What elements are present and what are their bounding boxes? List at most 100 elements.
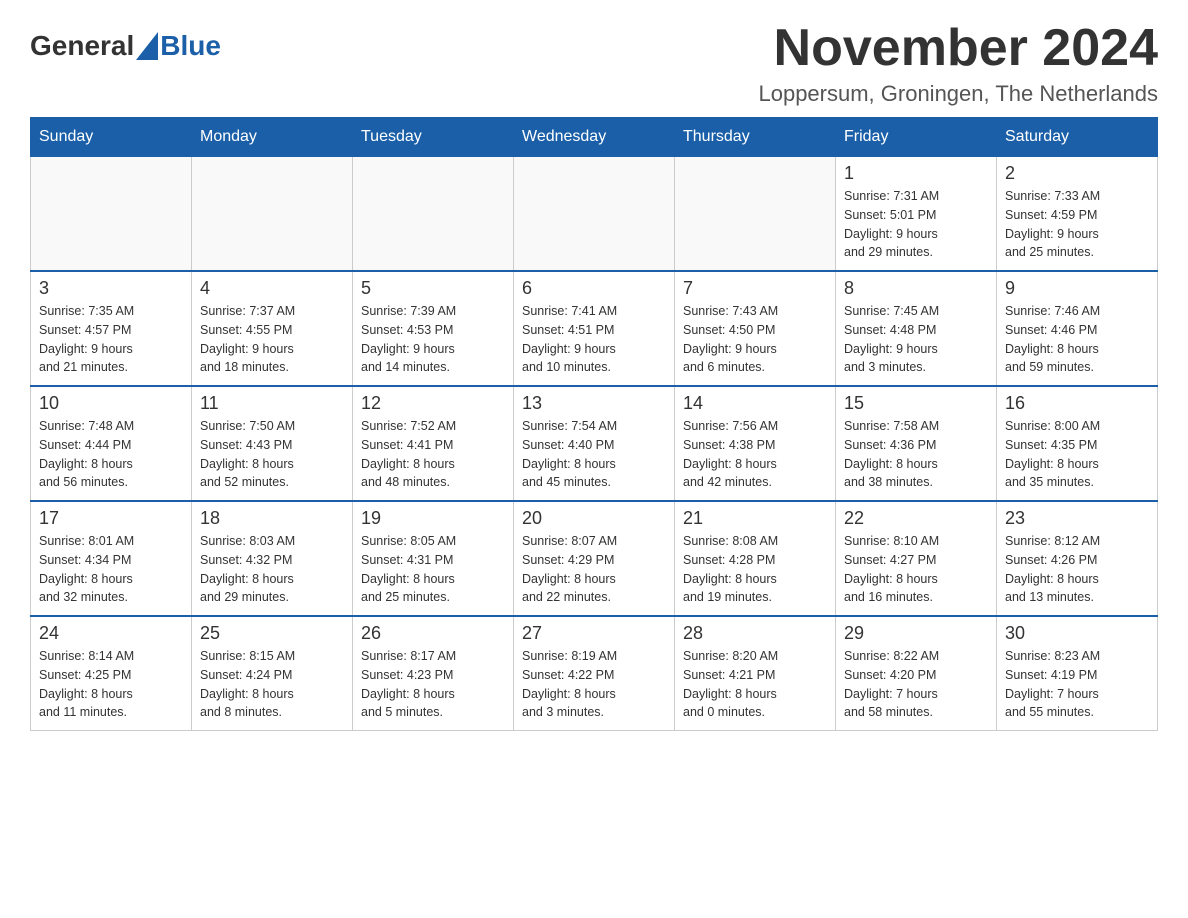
day-info: Sunrise: 8:23 AMSunset: 4:19 PMDaylight:… [1005, 647, 1149, 722]
weekday-header-friday: Friday [836, 118, 997, 157]
day-info: Sunrise: 7:52 AMSunset: 4:41 PMDaylight:… [361, 417, 505, 492]
calendar-cell-w3-d2: 19 Sunrise: 8:05 AMSunset: 4:31 PMDayligh… [353, 501, 514, 616]
weekday-header-wednesday: Wednesday [514, 118, 675, 157]
day-info: Sunrise: 8:03 AMSunset: 4:32 PMDaylight:… [200, 532, 344, 607]
location-subtitle: Loppersum, Groningen, The Netherlands [758, 81, 1158, 107]
calendar-cell-w2-d5: 15 Sunrise: 7:58 AMSunset: 4:36 PMDayligh… [836, 386, 997, 501]
day-number: 17 [39, 508, 183, 529]
calendar-week-3: 17 Sunrise: 8:01 AMSunset: 4:34 PMDayligh… [31, 501, 1158, 616]
day-number: 12 [361, 393, 505, 414]
calendar-cell-w1-d1: 4 Sunrise: 7:37 AMSunset: 4:55 PMDaylight… [192, 271, 353, 386]
day-number: 16 [1005, 393, 1149, 414]
day-number: 30 [1005, 623, 1149, 644]
day-number: 29 [844, 623, 988, 644]
calendar-week-2: 10 Sunrise: 7:48 AMSunset: 4:44 PMDayligh… [31, 386, 1158, 501]
day-number: 11 [200, 393, 344, 414]
day-number: 25 [200, 623, 344, 644]
day-number: 20 [522, 508, 666, 529]
logo: General Blue [30, 30, 221, 62]
day-info: Sunrise: 7:50 AMSunset: 4:43 PMDaylight:… [200, 417, 344, 492]
day-info: Sunrise: 8:07 AMSunset: 4:29 PMDaylight:… [522, 532, 666, 607]
day-info: Sunrise: 7:37 AMSunset: 4:55 PMDaylight:… [200, 302, 344, 377]
day-info: Sunrise: 8:22 AMSunset: 4:20 PMDaylight:… [844, 647, 988, 722]
calendar-cell-w0-d4 [675, 157, 836, 272]
day-info: Sunrise: 8:01 AMSunset: 4:34 PMDaylight:… [39, 532, 183, 607]
calendar-cell-w3-d1: 18 Sunrise: 8:03 AMSunset: 4:32 PMDayligh… [192, 501, 353, 616]
weekday-header-monday: Monday [192, 118, 353, 157]
day-info: Sunrise: 7:39 AMSunset: 4:53 PMDaylight:… [361, 302, 505, 377]
calendar-cell-w1-d5: 8 Sunrise: 7:45 AMSunset: 4:48 PMDaylight… [836, 271, 997, 386]
calendar-cell-w0-d5: 1 Sunrise: 7:31 AMSunset: 5:01 PMDaylight… [836, 157, 997, 272]
day-info: Sunrise: 7:31 AMSunset: 5:01 PMDaylight:… [844, 187, 988, 262]
calendar-week-4: 24 Sunrise: 8:14 AMSunset: 4:25 PMDayligh… [31, 616, 1158, 731]
calendar-week-0: 1 Sunrise: 7:31 AMSunset: 5:01 PMDaylight… [31, 157, 1158, 272]
day-info: Sunrise: 8:17 AMSunset: 4:23 PMDaylight:… [361, 647, 505, 722]
calendar-cell-w3-d6: 23Sunrise: 8:12 AMSunset: 4:26 PMDayligh… [997, 501, 1158, 616]
day-info: Sunrise: 7:58 AMSunset: 4:36 PMDaylight:… [844, 417, 988, 492]
calendar-cell-w0-d0 [31, 157, 192, 272]
day-number: 13 [522, 393, 666, 414]
calendar-cell-w2-d0: 10 Sunrise: 7:48 AMSunset: 4:44 PMDayligh… [31, 386, 192, 501]
day-info: Sunrise: 8:10 AMSunset: 4:27 PMDaylight:… [844, 532, 988, 607]
day-number: 23 [1005, 508, 1149, 529]
logo-triangle-icon [136, 32, 158, 60]
calendar-cell-w3-d5: 22 Sunrise: 8:10 AMSunset: 4:27 PMDayligh… [836, 501, 997, 616]
day-info: Sunrise: 8:08 AMSunset: 4:28 PMDaylight:… [683, 532, 827, 607]
calendar-cell-w3-d3: 20 Sunrise: 8:07 AMSunset: 4:29 PMDayligh… [514, 501, 675, 616]
day-number: 24 [39, 623, 183, 644]
day-info: Sunrise: 7:35 AMSunset: 4:57 PMDaylight:… [39, 302, 183, 377]
calendar-cell-w3-d0: 17 Sunrise: 8:01 AMSunset: 4:34 PMDayligh… [31, 501, 192, 616]
calendar-cell-w4-d1: 25Sunrise: 8:15 AMSunset: 4:24 PMDayligh… [192, 616, 353, 731]
calendar-cell-w2-d1: 11 Sunrise: 7:50 AMSunset: 4:43 PMDayligh… [192, 386, 353, 501]
calendar-week-1: 3 Sunrise: 7:35 AMSunset: 4:57 PMDaylight… [31, 271, 1158, 386]
calendar-cell-w4-d6: 30 Sunrise: 8:23 AMSunset: 4:19 PMDayligh… [997, 616, 1158, 731]
calendar-body: 1 Sunrise: 7:31 AMSunset: 5:01 PMDaylight… [31, 157, 1158, 731]
day-number: 18 [200, 508, 344, 529]
day-number: 5 [361, 278, 505, 299]
day-number: 15 [844, 393, 988, 414]
calendar-header: SundayMondayTuesdayWednesdayThursdayFrid… [31, 118, 1158, 157]
day-number: 8 [844, 278, 988, 299]
weekday-header-tuesday: Tuesday [353, 118, 514, 157]
calendar-cell-w0-d1 [192, 157, 353, 272]
logo-blue-text: Blue [160, 30, 221, 62]
day-number: 9 [1005, 278, 1149, 299]
calendar-cell-w4-d0: 24 Sunrise: 8:14 AMSunset: 4:25 PMDayligh… [31, 616, 192, 731]
day-number: 10 [39, 393, 183, 414]
calendar-cell-w4-d3: 27Sunrise: 8:19 AMSunset: 4:22 PMDayligh… [514, 616, 675, 731]
day-number: 2 [1005, 163, 1149, 184]
calendar-cell-w3-d4: 21Sunrise: 8:08 AMSunset: 4:28 PMDayligh… [675, 501, 836, 616]
calendar-cell-w0-d6: 2Sunrise: 7:33 AMSunset: 4:59 PMDaylight… [997, 157, 1158, 272]
day-info: Sunrise: 7:56 AMSunset: 4:38 PMDaylight:… [683, 417, 827, 492]
day-info: Sunrise: 7:46 AMSunset: 4:46 PMDaylight:… [1005, 302, 1149, 377]
logo-general-text: General [30, 30, 134, 62]
day-info: Sunrise: 8:05 AMSunset: 4:31 PMDaylight:… [361, 532, 505, 607]
calendar-cell-w4-d4: 28Sunrise: 8:20 AMSunset: 4:21 PMDayligh… [675, 616, 836, 731]
logo-area: General Blue [30, 20, 221, 62]
weekday-header-row: SundayMondayTuesdayWednesdayThursdayFrid… [31, 118, 1158, 157]
calendar-cell-w2-d6: 16Sunrise: 8:00 AMSunset: 4:35 PMDayligh… [997, 386, 1158, 501]
calendar-cell-w4-d5: 29 Sunrise: 8:22 AMSunset: 4:20 PMDayligh… [836, 616, 997, 731]
calendar-cell-w2-d3: 13 Sunrise: 7:54 AMSunset: 4:40 PMDayligh… [514, 386, 675, 501]
title-area: November 2024 Loppersum, Groningen, The … [758, 20, 1158, 107]
calendar-table: SundayMondayTuesdayWednesdayThursdayFrid… [30, 117, 1158, 731]
day-info: Sunrise: 7:41 AMSunset: 4:51 PMDaylight:… [522, 302, 666, 377]
day-number: 22 [844, 508, 988, 529]
calendar-cell-w1-d4: 7Sunrise: 7:43 AMSunset: 4:50 PMDaylight… [675, 271, 836, 386]
day-number: 19 [361, 508, 505, 529]
day-number: 1 [844, 163, 988, 184]
day-info: Sunrise: 7:43 AMSunset: 4:50 PMDaylight:… [683, 302, 827, 377]
day-info: Sunrise: 7:48 AMSunset: 4:44 PMDaylight:… [39, 417, 183, 492]
day-info: Sunrise: 7:54 AMSunset: 4:40 PMDaylight:… [522, 417, 666, 492]
calendar-cell-w2-d4: 14Sunrise: 7:56 AMSunset: 4:38 PMDayligh… [675, 386, 836, 501]
weekday-header-thursday: Thursday [675, 118, 836, 157]
weekday-header-saturday: Saturday [997, 118, 1158, 157]
day-number: 3 [39, 278, 183, 299]
day-info: Sunrise: 7:45 AMSunset: 4:48 PMDaylight:… [844, 302, 988, 377]
day-number: 6 [522, 278, 666, 299]
calendar-cell-w2-d2: 12 Sunrise: 7:52 AMSunset: 4:41 PMDayligh… [353, 386, 514, 501]
day-info: Sunrise: 8:14 AMSunset: 4:25 PMDaylight:… [39, 647, 183, 722]
day-number: 4 [200, 278, 344, 299]
day-number: 26 [361, 623, 505, 644]
calendar-cell-w0-d2 [353, 157, 514, 272]
